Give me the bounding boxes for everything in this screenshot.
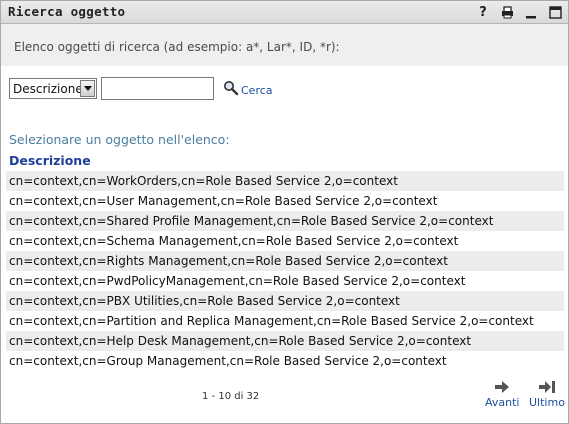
search-input[interactable] [101,77,214,100]
search-field-select[interactable]: Descrizione [9,78,97,99]
search-row: Descrizione Cerca [9,77,309,101]
title-bar: Ricerca oggetto ? [1,1,568,24]
list-item[interactable]: cn=context,cn=Rights Management,cn=Role … [6,251,564,271]
search-object-window: Ricerca oggetto ? Elenco oggetti di rice… [0,0,569,424]
last-page-button[interactable]: Ultimo [529,381,565,409]
maximize-icon[interactable] [548,4,562,20]
list-prompt: Selezionare un oggetto nell'elenco: [9,132,230,147]
search-field-selected: Descrizione [13,82,83,96]
chevron-down-icon [83,86,92,91]
magnifier-search-icon[interactable] [223,80,239,96]
help-icon[interactable]: ? [476,4,490,20]
next-page-label: Avanti [485,396,520,409]
list-item[interactable]: cn=context,cn=User Management,cn=Role Ba… [6,191,564,211]
next-page-button[interactable]: Avanti [485,381,519,409]
search-button[interactable]: Cerca [241,84,273,97]
arrow-right-end-icon [538,381,555,393]
list-item[interactable]: cn=context,cn=Partition and Replica Mana… [6,311,564,331]
results-list: cn=context,cn=WorkOrders,cn=Role Based S… [6,171,564,371]
dropdown-button[interactable] [80,80,95,97]
list-item[interactable]: cn=context,cn=Schema Management,cn=Role … [6,231,564,251]
arrow-right-icon [495,381,510,393]
print-icon[interactable] [500,4,514,20]
pagination-range: 1 - 10 di 32 [202,391,260,402]
window-title: Ricerca oggetto [8,4,126,19]
instructions-band: Elenco oggetti di ricerca (ad esempio: a… [1,24,568,66]
title-bar-icons: ? [476,4,562,20]
list-item[interactable]: cn=context,cn=WorkOrders,cn=Role Based S… [6,171,564,191]
minimize-icon[interactable] [524,4,538,20]
list-item[interactable]: cn=context,cn=Group Management,cn=Role B… [6,351,564,371]
list-item[interactable]: cn=context,cn=Shared Profile Management,… [6,211,564,231]
list-item[interactable]: cn=context,cn=PwdPolicyManagement,cn=Rol… [6,271,564,291]
search-instructions: Elenco oggetti di ricerca (ad esempio: a… [14,40,340,54]
list-item[interactable]: cn=context,cn=Help Desk Management,cn=Ro… [6,331,564,351]
last-page-label: Ultimo [529,396,565,409]
column-header-description: Descrizione [9,153,91,168]
list-item[interactable]: cn=context,cn=PBX Utilities,cn=Role Base… [6,291,564,311]
